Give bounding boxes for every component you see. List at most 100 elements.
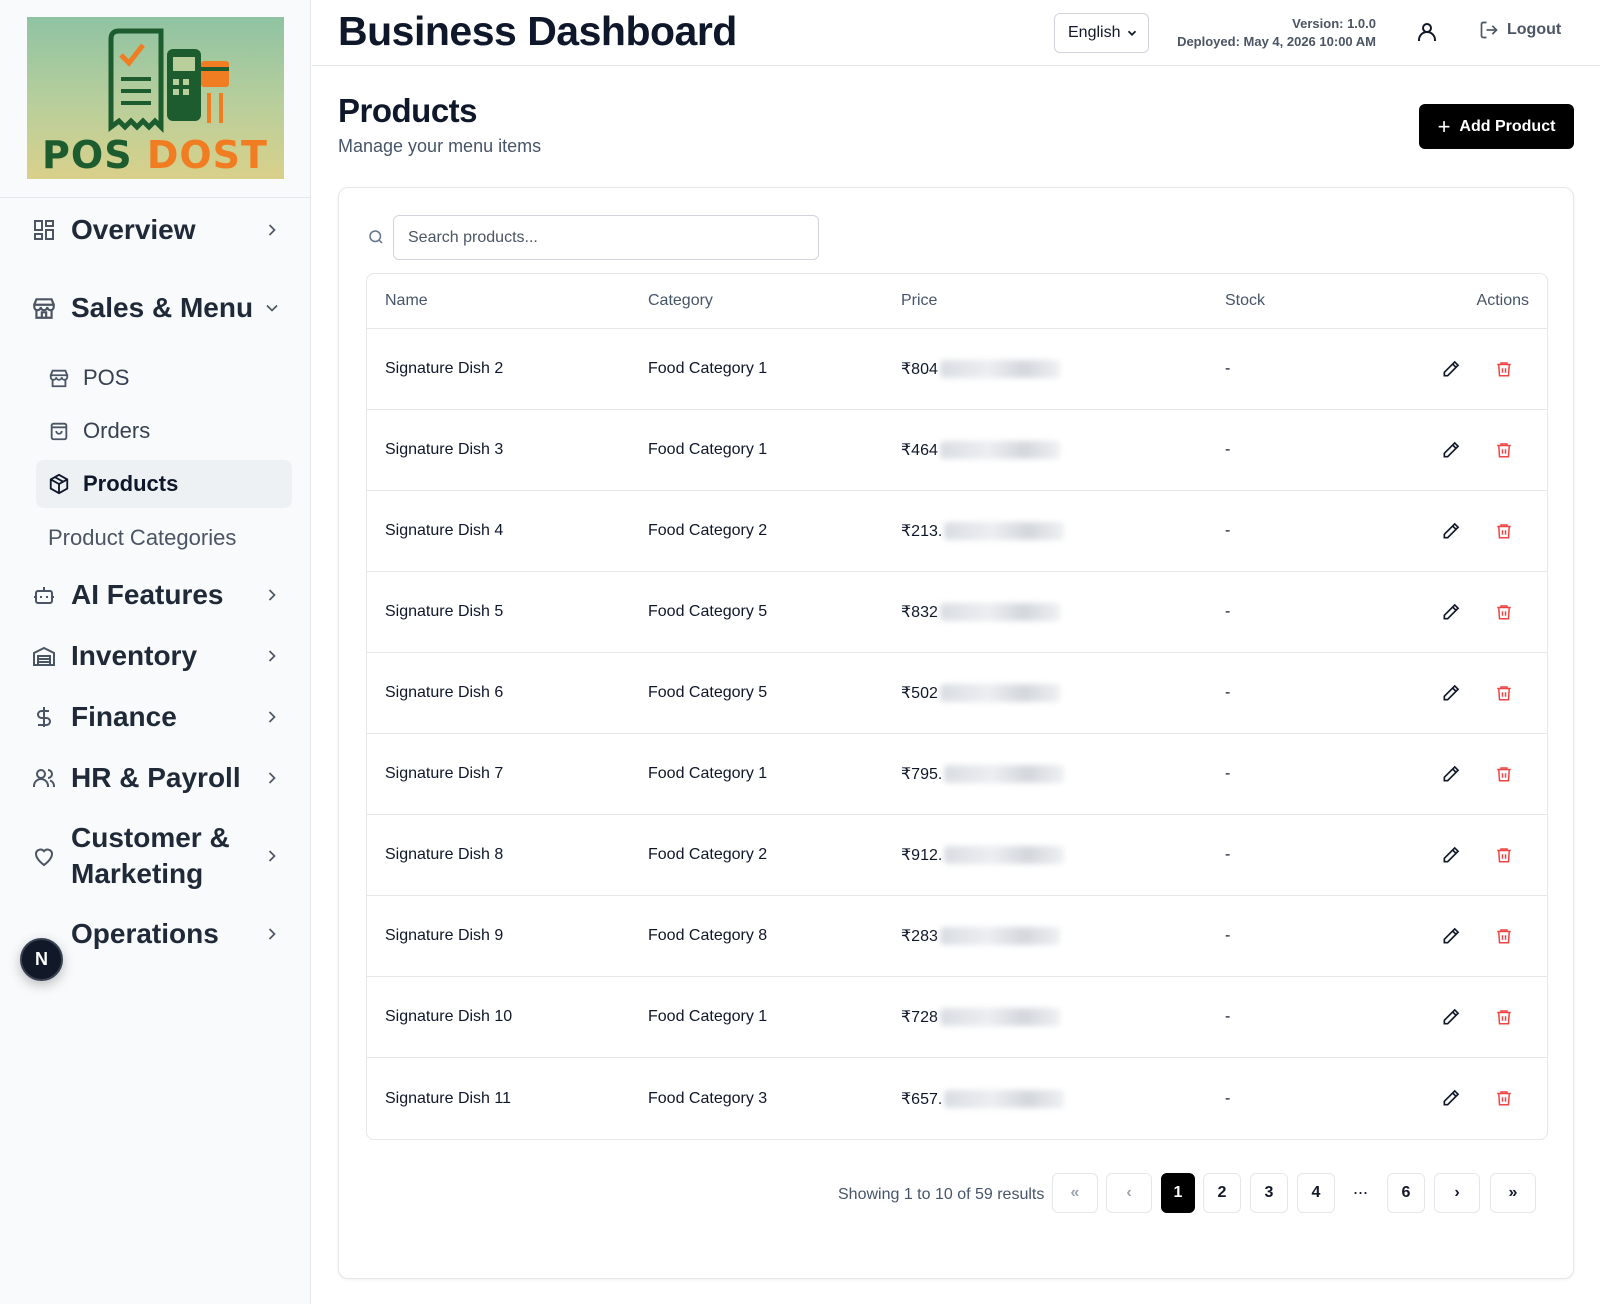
column-header-stock[interactable]: Stock	[1225, 292, 1265, 310]
trash-icon[interactable]	[1495, 359, 1513, 384]
table-row[interactable]: Signature Dish 9 Food Category 8 ₹283 -	[367, 896, 1547, 977]
cell-price: ₹728	[901, 1007, 1060, 1027]
cell-price: ₹464	[901, 440, 1060, 460]
table-row[interactable]: Signature Dish 10 Food Category 1 ₹728 -	[367, 977, 1547, 1058]
trash-icon[interactable]	[1495, 440, 1513, 465]
page-button-1[interactable]: 1	[1161, 1173, 1195, 1213]
prev-page-button[interactable]: ‹	[1106, 1173, 1152, 1213]
table-row[interactable]: Signature Dish 3 Food Category 1 ₹464 -	[367, 410, 1547, 491]
edit-icon[interactable]	[1441, 521, 1461, 546]
edit-icon[interactable]	[1441, 1007, 1461, 1032]
last-page-button[interactable]: »	[1490, 1173, 1536, 1213]
cell-category: Food Category 3	[648, 1089, 768, 1107]
price-value: ₹795.	[901, 766, 943, 783]
price-value: ₹283	[901, 928, 938, 945]
page-button-2[interactable]: 2	[1203, 1173, 1241, 1213]
trash-icon[interactable]	[1495, 521, 1513, 546]
user-icon[interactable]	[1415, 20, 1441, 46]
page-button-3[interactable]: 3	[1250, 1173, 1288, 1213]
products-table: Name Category Price Stock Actions Signat…	[366, 273, 1548, 1140]
sidebar-item-label: HR & Payroll	[71, 762, 241, 793]
edit-icon[interactable]	[1441, 926, 1461, 951]
trash-icon[interactable]	[1495, 602, 1513, 627]
blurred-redaction	[939, 927, 1060, 945]
sidebar-item-overview[interactable]: Overview	[28, 212, 284, 248]
sidebar-subitem-orders[interactable]: Orders	[36, 407, 292, 455]
sidebar-subitem-product-categories[interactable]: Product Categories	[36, 514, 292, 562]
price-value: ₹213.	[901, 523, 943, 540]
sidebar-item-hr-payroll[interactable]: HR & Payroll	[28, 760, 284, 796]
trash-icon[interactable]	[1495, 1007, 1513, 1032]
logout-button[interactable]: Logout	[1479, 20, 1561, 40]
table-row[interactable]: Signature Dish 8 Food Category 2 ₹912. -	[367, 815, 1547, 896]
sidebar-item-label: Operations	[71, 918, 219, 949]
edit-icon[interactable]	[1441, 1088, 1461, 1113]
table-row[interactable]: Signature Dish 6 Food Category 5 ₹502 -	[367, 653, 1547, 734]
table-row[interactable]: Signature Dish 7 Food Category 1 ₹795. -	[367, 734, 1547, 815]
first-page-button[interactable]: «	[1052, 1173, 1098, 1213]
cell-name: Signature Dish 10	[385, 1008, 513, 1025]
page-number: 2	[1217, 1184, 1227, 1201]
trash-icon[interactable]	[1495, 845, 1513, 870]
table-row[interactable]: Signature Dish 4 Food Category 2 ₹213. -	[367, 491, 1547, 572]
cell-stock: -	[1225, 1089, 1231, 1107]
sidebar-item-operations[interactable]: Operations	[28, 916, 284, 952]
trash-icon[interactable]	[1495, 1088, 1513, 1113]
sidebar-item-customer-marketing[interactable]: Customer & Marketing	[28, 820, 284, 892]
add-product-button[interactable]: + Add Product	[1419, 104, 1574, 149]
chevron-right-icon	[260, 922, 284, 946]
edit-icon[interactable]	[1441, 683, 1461, 708]
table-row[interactable]: Signature Dish 5 Food Category 5 ₹832 -	[367, 572, 1547, 653]
page-number: 6	[1401, 1184, 1411, 1201]
next-page-glyph: ›	[1454, 1184, 1460, 1201]
sidebar-subitem-label: POS	[83, 365, 130, 390]
deployed-text: Deployed: May 4, 2026 10:00 AM	[1177, 34, 1376, 49]
column-header-price[interactable]: Price	[901, 292, 937, 310]
table-row[interactable]: Signature Dish 2 Food Category 1 ₹804 -	[367, 329, 1547, 410]
sidebar-item-finance[interactable]: Finance	[28, 699, 284, 735]
sidebar-item-ai-features[interactable]: AI Features	[28, 577, 284, 613]
next-page-button[interactable]: ›	[1434, 1173, 1480, 1213]
store-icon	[48, 367, 70, 389]
trash-icon[interactable]	[1495, 683, 1513, 708]
chevron-down-icon	[260, 296, 284, 320]
page-title: Products	[338, 92, 478, 129]
page-button-4[interactable]: 4	[1297, 1173, 1335, 1213]
sidebar-subitem-products[interactable]: Products	[36, 460, 292, 508]
edit-icon[interactable]	[1441, 602, 1461, 627]
nextjs-dev-badge[interactable]: N	[20, 938, 63, 981]
sidebar-item-label: Finance	[71, 701, 177, 732]
trash-icon[interactable]	[1495, 926, 1513, 951]
trash-icon[interactable]	[1495, 764, 1513, 789]
cell-category: Food Category 1	[648, 360, 768, 377]
cell-price: ₹213.	[901, 521, 1065, 541]
cell-stock: -	[1225, 1008, 1231, 1025]
cell-stock: -	[1225, 522, 1231, 539]
robot-icon	[28, 579, 60, 611]
edit-icon[interactable]	[1441, 359, 1461, 384]
language-select[interactable]: English	[1054, 13, 1149, 53]
sidebar-item-sales-menu[interactable]: Sales & Menu	[28, 272, 284, 344]
pos-dost-logo[interactable]: POS DOST	[26, 17, 284, 179]
version-info: Version: 1.0.0 Deployed: May 4, 2026 10:…	[1177, 15, 1376, 51]
heart-icon	[28, 840, 60, 872]
logout-icon	[1480, 21, 1498, 39]
edit-icon[interactable]	[1441, 440, 1461, 465]
column-header-category[interactable]: Category	[648, 292, 713, 310]
cell-name: Signature Dish 8	[385, 846, 504, 863]
search-input[interactable]	[393, 215, 819, 260]
table-row[interactable]: Signature Dish 11 Food Category 3 ₹657. -	[367, 1058, 1547, 1139]
edit-icon[interactable]	[1441, 764, 1461, 789]
cell-name: Signature Dish 4	[385, 522, 504, 539]
column-header-name[interactable]: Name	[385, 292, 428, 310]
edit-icon[interactable]	[1441, 845, 1461, 870]
badge-letter: N	[35, 949, 48, 969]
sidebar-item-inventory[interactable]: Inventory	[28, 638, 284, 674]
search-icon	[367, 228, 385, 251]
page-button-6[interactable]: 6	[1387, 1173, 1425, 1213]
cell-stock: -	[1225, 603, 1231, 620]
cell-category: Food Category 1	[648, 441, 768, 458]
cell-name: Signature Dish 11	[385, 1089, 511, 1107]
cell-category: Food Category 8	[648, 927, 768, 944]
sidebar-subitem-pos[interactable]: POS	[36, 354, 292, 402]
